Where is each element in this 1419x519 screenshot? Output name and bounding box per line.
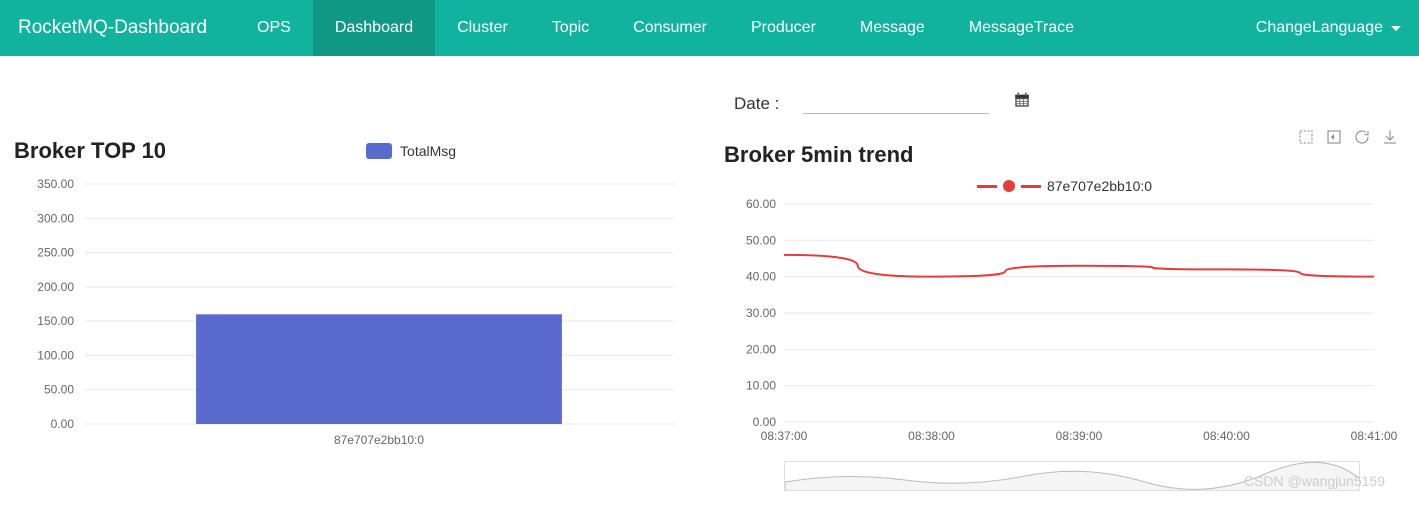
svg-text:50.00: 50.00 [44, 383, 74, 397]
date-input[interactable] [803, 90, 989, 114]
chart-title-top10: Broker TOP 10 [14, 138, 166, 164]
change-language-dropdown[interactable]: ChangeLanguage [1256, 19, 1401, 37]
date-label: Date : [734, 94, 779, 114]
navbar: RocketMQ-Dashboard OPS Dashboard Cluster… [0, 0, 1419, 56]
svg-text:250.00: 250.00 [37, 246, 74, 260]
svg-text:50.00: 50.00 [746, 233, 776, 247]
svg-text:200.00: 200.00 [37, 280, 74, 294]
svg-text:08:37:00: 08:37:00 [761, 429, 808, 443]
legend-trend[interactable]: 87e707e2bb10:0 [724, 178, 1405, 194]
legend-line-icon2 [1021, 185, 1041, 188]
svg-text:08:39:00: 08:39:00 [1056, 429, 1103, 443]
nav-topic[interactable]: Topic [530, 0, 611, 56]
legend-trend-label: 87e707e2bb10:0 [1047, 178, 1152, 194]
chart-bar-top10: 0.00 50.00 100.00 150.00 200.00 250.00 300.00 3… [14, 174, 694, 454]
chart-line-trend: 0.00 10.00 20.00 30.00 40.00 50.00 60.00 08:37… [724, 198, 1404, 448]
svg-text:0.00: 0.00 [753, 415, 777, 429]
nav-dashboard[interactable]: Dashboard [313, 0, 435, 56]
svg-text:150.00: 150.00 [37, 314, 74, 328]
download-icon[interactable] [1381, 128, 1399, 146]
panel-broker-top10: Broker TOP 10 TotalMsg 0.00 50.00 100.00 15… [14, 76, 694, 491]
chart-toolbox [1297, 128, 1399, 146]
svg-text:60.00: 60.00 [746, 198, 776, 211]
nav-message[interactable]: Message [838, 0, 947, 56]
caret-down-icon [1391, 26, 1401, 31]
svg-text:300.00: 300.00 [37, 211, 74, 225]
svg-text:30.00: 30.00 [746, 306, 776, 320]
nav-producer[interactable]: Producer [729, 0, 838, 56]
nav-ops[interactable]: OPS [235, 0, 313, 56]
legend-line-icon [977, 185, 997, 188]
refresh-icon[interactable] [1353, 128, 1371, 146]
svg-text:350.00: 350.00 [37, 177, 74, 191]
watermark-text: CSDN @wangjun5159 [1244, 473, 1385, 489]
zoom-reset-icon[interactable] [1325, 128, 1343, 146]
nav-cluster[interactable]: Cluster [435, 0, 530, 56]
chart-title-trend: Broker 5min trend [724, 142, 914, 168]
nav-items: OPS Dashboard Cluster Topic Consumer Pro… [235, 0, 1096, 56]
nav-consumer[interactable]: Consumer [611, 0, 729, 56]
svg-text:40.00: 40.00 [746, 270, 776, 284]
brand-title: RocketMQ-Dashboard [18, 17, 207, 39]
panel-broker-trend: Date : Broker 5min trend 87e707e2bb10:0 … [724, 76, 1405, 491]
legend-totalmsg-label: TotalMsg [400, 143, 456, 159]
change-language-label: ChangeLanguage [1256, 19, 1383, 37]
svg-text:0.00: 0.00 [51, 417, 75, 431]
legend-swatch-icon [366, 143, 392, 159]
svg-text:08:41:00: 08:41:00 [1351, 429, 1398, 443]
svg-text:10.00: 10.00 [746, 379, 776, 393]
svg-text:87e707e2bb10:0: 87e707e2bb10:0 [334, 433, 424, 447]
nav-messagetrace[interactable]: MessageTrace [947, 0, 1096, 56]
svg-text:08:40:00: 08:40:00 [1203, 429, 1250, 443]
legend-totalmsg[interactable]: TotalMsg [366, 143, 456, 159]
calendar-icon[interactable] [1013, 91, 1031, 114]
svg-text:20.00: 20.00 [746, 342, 776, 356]
legend-dot-icon [1003, 180, 1015, 192]
zoom-area-icon[interactable] [1297, 128, 1315, 146]
svg-text:100.00: 100.00 [37, 348, 74, 362]
svg-text:08:38:00: 08:38:00 [908, 429, 955, 443]
